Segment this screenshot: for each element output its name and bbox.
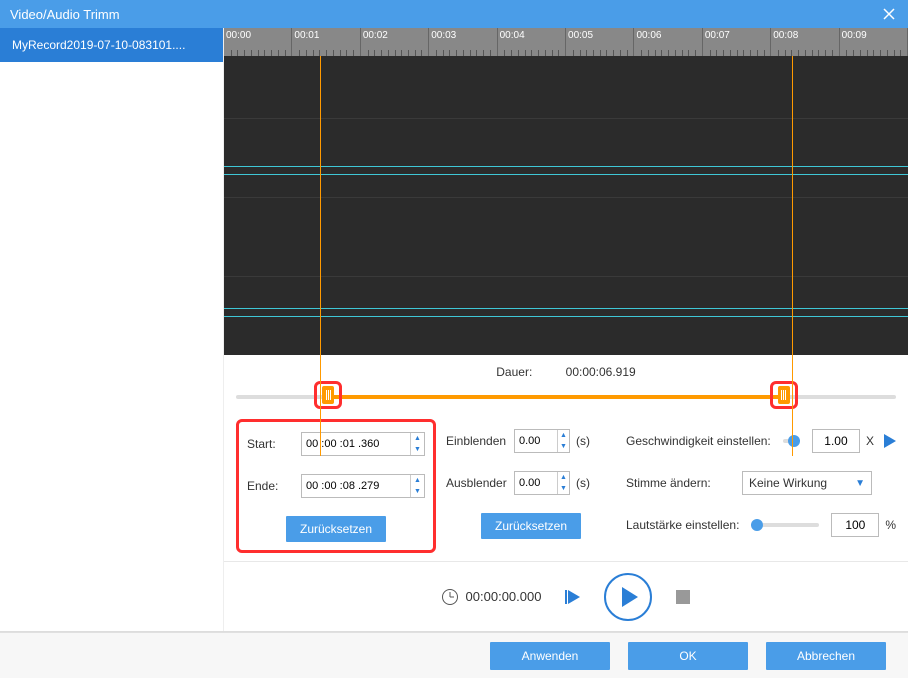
duration-label: Dauer: [496,365,532,379]
volume-label: Lautstärke einstellen: [626,518,739,532]
trim-slider[interactable] [236,381,896,411]
chevron-down-icon[interactable]: ▼ [411,486,424,497]
volume-value[interactable] [831,513,879,537]
body: MyRecord2019-07-10-083101.... 00:0000:01… [0,28,908,632]
trim-start-marker[interactable] [320,56,321,456]
timecode-group: 00:00:00.000 [442,589,542,605]
effect-group: Geschwindigkeit einstellen: X Stimme änd… [626,423,896,553]
fade-group: Einblenden ▲▼ (s) Ausblender ▲▼ (s) [446,423,616,553]
fade-unit: (s) [576,434,590,448]
duration-value: 00:00:06.919 [566,365,636,379]
fadein-arrows[interactable]: ▲▼ [557,430,569,452]
end-input[interactable] [302,475,410,497]
goto-start-icon[interactable] [565,590,580,604]
window-title: Video/Audio Trimm [10,7,120,22]
end-spinner[interactable]: ▲▼ [301,474,425,498]
slider-selection [328,395,783,399]
titlebar: Video/Audio Trimm [0,0,908,28]
duration-row: Dauer: 00:00:06.919 [224,361,908,381]
fadein-label: Einblenden [446,434,508,448]
voice-label: Stimme ändern: [626,476,736,490]
fadeout-label: Ausblender [446,476,508,490]
fadeout-spinner[interactable]: ▲▼ [514,471,570,495]
fadeout-row: Ausblender ▲▼ (s) [446,471,616,495]
start-label: Start: [247,437,295,451]
apply-button[interactable]: Anwenden [490,642,610,670]
fadein-row: Einblenden ▲▼ (s) [446,429,616,453]
trim-end-handle[interactable] [770,381,798,409]
speed-label: Geschwindigkeit einstellen: [626,434,771,448]
main-panel: 00:0000:0100:0200:0300:0400:0500:0600:07… [224,28,908,631]
fadein-input[interactable] [515,430,557,452]
footer: Anwenden OK Abbrechen [0,632,908,678]
fade-unit: (s) [576,476,590,490]
end-label: Ende: [247,479,295,493]
clock-icon [442,589,458,605]
ok-button[interactable]: OK [628,642,748,670]
trim-reset-button[interactable]: Zurücksetzen [286,516,386,542]
fadeout-arrows[interactable]: ▲▼ [557,472,569,494]
playback-bar: 00:00:00.000 [224,561,908,631]
volume-slider[interactable] [751,523,819,527]
chevron-up-icon[interactable]: ▲ [558,430,569,441]
voice-row: Stimme ändern: Keine Wirkung ▼ [626,471,896,495]
trim-start-handle[interactable] [314,381,342,409]
chevron-down-icon[interactable]: ▼ [558,441,569,452]
start-arrows[interactable]: ▲▼ [410,433,424,455]
trim-end-marker[interactable] [792,56,793,456]
chevron-down-icon[interactable]: ▼ [411,444,424,455]
start-row: Start: ▲▼ [247,432,425,456]
start-input[interactable] [302,433,410,455]
end-row: Ende: ▲▼ [247,474,425,498]
speed-value[interactable] [812,429,860,453]
controls-grid: Start: ▲▼ Ende: ▲▼ Zurücksetzen [224,423,908,561]
chevron-down-icon[interactable]: ▼ [558,483,569,494]
volume-pct: % [885,518,896,532]
voice-value: Keine Wirkung [749,476,827,490]
play-button[interactable] [604,573,652,621]
playback-time: 00:00:00.000 [466,589,542,604]
file-item[interactable]: MyRecord2019-07-10-083101.... [0,28,223,62]
fade-reset-button[interactable]: Zurücksetzen [481,513,581,539]
fadeout-input[interactable] [515,472,557,494]
voice-select[interactable]: Keine Wirkung ▼ [742,471,872,495]
end-arrows[interactable]: ▲▼ [410,475,424,497]
trim-time-group: Start: ▲▼ Ende: ▲▼ Zurücksetzen [236,419,436,553]
chevron-up-icon[interactable]: ▲ [558,472,569,483]
cancel-button[interactable]: Abbrechen [766,642,886,670]
speed-thumb[interactable] [788,435,800,447]
timeline-ruler[interactable]: 00:0000:0100:0200:0300:0400:0500:0600:07… [224,28,908,56]
volume-row: Lautstärke einstellen: % [626,513,896,537]
chevron-up-icon[interactable]: ▲ [411,475,424,486]
speed-preview-icon[interactable] [884,434,896,448]
play-icon [622,587,638,607]
volume-thumb[interactable] [751,519,763,531]
close-icon[interactable] [880,5,898,23]
speed-x: X [866,434,874,448]
chevron-down-icon: ▼ [855,478,865,489]
fadein-spinner[interactable]: ▲▼ [514,429,570,453]
speed-row: Geschwindigkeit einstellen: X [626,429,896,453]
chevron-up-icon[interactable]: ▲ [411,433,424,444]
stop-button[interactable] [676,590,690,604]
waveform-area[interactable] [224,56,908,355]
sidebar: MyRecord2019-07-10-083101.... [0,28,224,631]
